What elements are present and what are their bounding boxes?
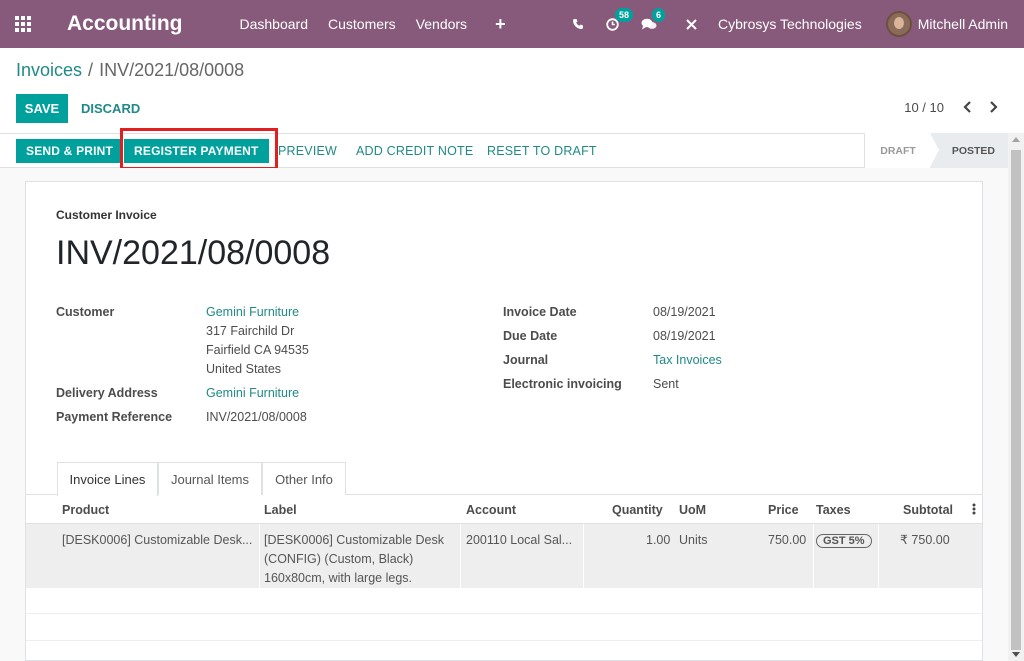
row-subtotal: ₹ 750.00 (900, 533, 950, 547)
status-steps: DRAFT POSTED (864, 133, 1008, 168)
column-price[interactable]: Price (768, 503, 799, 517)
column-quantity[interactable]: Quantity (612, 503, 663, 517)
customer-label: Customer (56, 305, 115, 319)
column-divider (878, 524, 879, 588)
breadcrumb-current: INV/2021/08/0008 (99, 60, 245, 80)
invoice-date-value: 08/19/2021 (653, 305, 716, 319)
phone-icon[interactable] (572, 18, 584, 30)
user-menu[interactable]: Mitchell Admin (918, 16, 1008, 32)
pager-next-icon[interactable] (989, 100, 998, 116)
preview-button[interactable]: PREVIEW (278, 139, 337, 163)
breadcrumb-separator: / (88, 60, 94, 80)
scroll-down-arrow-icon[interactable] (1012, 652, 1020, 657)
journal-label: Journal (503, 353, 549, 367)
state-draft[interactable]: DRAFT (864, 133, 939, 168)
menu-vendors[interactable]: Vendors (416, 16, 467, 32)
notebook-tabs: Invoice Lines Journal Items Other Info (26, 462, 982, 496)
breadcrumb-invoices-link[interactable]: Invoices (16, 60, 82, 81)
customer-link[interactable]: Gemini Furniture (206, 305, 299, 319)
breadcrumb: Invoices / INV/2021/08/0008 (16, 60, 244, 81)
add-credit-note-button[interactable]: ADD CREDIT NOTE (356, 139, 473, 163)
messages-count-badge: 6 (652, 7, 666, 22)
send-print-button[interactable]: SEND & PRINT (16, 139, 124, 163)
electronic-invoicing-label: Electronic invoicing (503, 377, 622, 391)
row-label-line-3: 160x80cm, with large legs. (264, 571, 412, 585)
delivery-address-link[interactable]: Gemini Furniture (206, 386, 299, 400)
quick-create-plus-icon[interactable]: + (495, 14, 506, 35)
row-label-line-2: (CONFIG) (Custom, Black) (264, 552, 414, 566)
user-avatar[interactable] (885, 11, 912, 37)
customer-address-line-2: Fairfield CA 94535 (206, 343, 309, 357)
tab-journal-items[interactable]: Journal Items (158, 462, 262, 495)
column-label[interactable]: Label (264, 503, 297, 517)
save-button[interactable]: SAVE (16, 94, 68, 123)
row-quantity: 1.00 (646, 533, 671, 547)
invoice-lines-header: Product Label Account Quantity UoM Price… (26, 496, 982, 524)
company-switcher[interactable]: Cybrosys Technologies (718, 16, 862, 32)
pager-value[interactable]: 10 / 10 (904, 100, 944, 115)
due-date-label: Due Date (503, 329, 558, 343)
column-divider (583, 524, 584, 588)
grid-icon (15, 16, 31, 32)
highlight-annotation-box (120, 128, 278, 170)
state-posted: POSTED (929, 133, 1008, 168)
electronic-invoicing-value: Sent (653, 377, 679, 391)
app-title: Accounting (67, 12, 183, 35)
row-label-line-1: [DESK0006] Customizable Desk (264, 533, 444, 547)
row-account: 200110 Local Sal... (466, 533, 573, 547)
messages-icon[interactable]: 6 (641, 7, 666, 31)
discard-button[interactable]: DISCARD (81, 101, 140, 116)
invoice-number-title: INV/2021/08/0008 (56, 234, 331, 272)
optional-columns-icon[interactable] (972, 503, 976, 518)
column-account[interactable]: Account (466, 503, 516, 517)
journal-link[interactable]: Tax Invoices (653, 353, 722, 367)
row-uom: Units (679, 533, 708, 547)
top-navbar: Accounting Dashboard Customers Vendors +… (0, 0, 1024, 48)
column-divider (259, 524, 260, 588)
menu-customers[interactable]: Customers (328, 16, 396, 32)
tab-other-info[interactable]: Other Info (262, 462, 346, 495)
scroll-up-arrow-icon[interactable] (1012, 137, 1020, 142)
empty-row-divider (26, 640, 982, 641)
empty-row-divider (26, 613, 982, 614)
row-tax-tag: GST 5% (816, 534, 872, 548)
column-subtotal[interactable]: Subtotal (903, 503, 953, 517)
column-divider (460, 524, 461, 588)
invoice-date-label: Invoice Date (503, 305, 577, 319)
scrollbar-thumb[interactable] (1011, 150, 1021, 650)
apps-menu-button[interactable] (0, 0, 46, 48)
activity-count-badge: 58 (615, 7, 634, 22)
column-divider (813, 524, 814, 588)
debug-tools-icon[interactable] (685, 18, 698, 31)
payment-reference-value: INV/2021/08/0008 (206, 410, 307, 424)
document-type-label: Customer Invoice (56, 208, 157, 222)
reset-to-draft-button[interactable]: RESET TO DRAFT (487, 139, 597, 163)
tab-invoice-lines[interactable]: Invoice Lines (57, 462, 158, 496)
systray: 58 6 Cybrosys Technologies Mitchell Admi… (572, 0, 1024, 48)
due-date-value: 08/19/2021 (653, 329, 716, 343)
column-taxes[interactable]: Taxes (816, 503, 851, 517)
activity-clock-icon[interactable]: 58 (606, 7, 634, 31)
row-product: [DESK0006] Customizable Desk... (62, 533, 253, 547)
payment-reference-label: Payment Reference (56, 410, 173, 424)
column-uom[interactable]: UoM (679, 503, 706, 517)
column-product[interactable]: Product (62, 503, 109, 517)
table-row[interactable]: [DESK0006] Customizable Desk... [DESK000… (26, 524, 982, 588)
menu-dashboard[interactable]: Dashboard (240, 16, 309, 32)
delivery-address-label: Delivery Address (56, 386, 158, 400)
row-price: 750.00 (768, 533, 807, 547)
customer-address-line-3: United States (206, 362, 282, 376)
pager-previous-icon[interactable] (963, 100, 972, 116)
customer-address-line-1: 317 Fairchild Dr (206, 324, 295, 338)
